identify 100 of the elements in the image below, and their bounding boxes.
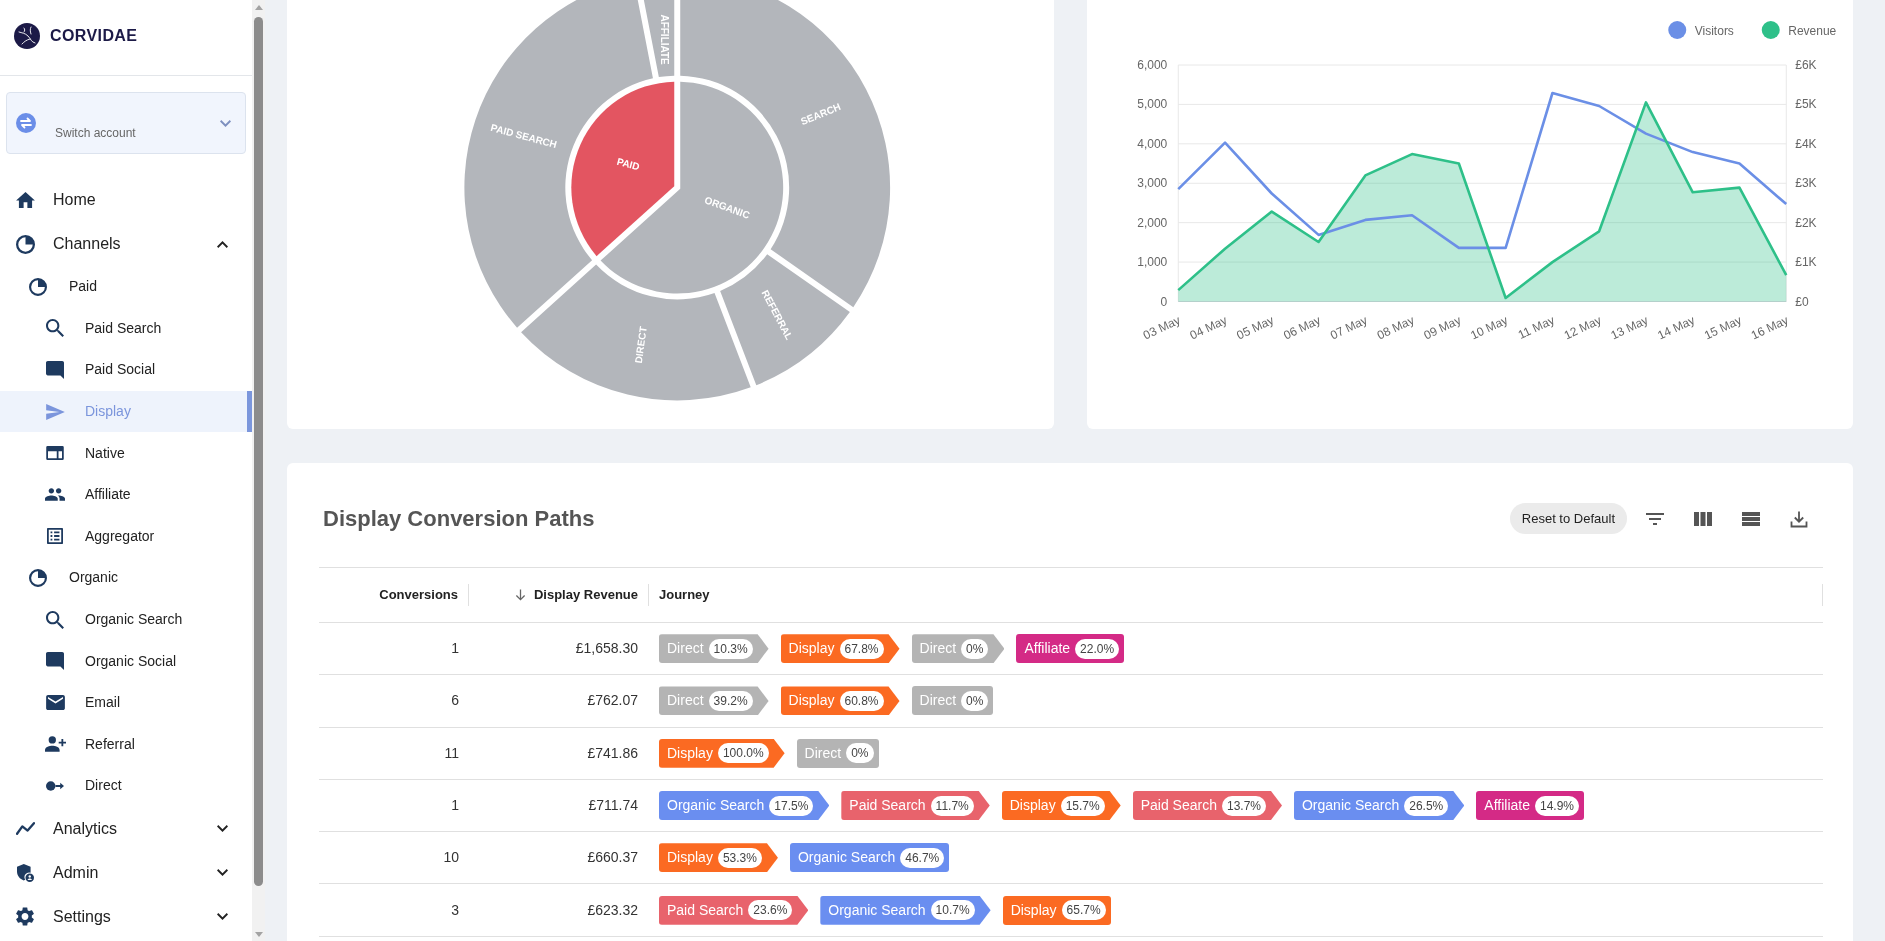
search-icon — [46, 319, 64, 338]
dot-arrow-icon — [46, 780, 64, 791]
scrollbar[interactable] — [252, 0, 265, 941]
table-cell-text: £1,658.30 — [574, 639, 639, 659]
nav-item[interactable]: Referral — [0, 723, 252, 766]
swap-arrows-icon — [16, 113, 36, 133]
list-icon — [47, 528, 63, 545]
sunburst-outer-segment[interactable] — [464, 0, 653, 328]
nav-item[interactable]: Analytics — [0, 806, 252, 851]
nav-item[interactable]: Direct — [0, 765, 252, 807]
y-axis-tick-label: 0 — [1160, 294, 1167, 309]
account-switcher[interactable]: Switch account — [6, 92, 246, 154]
nav-item[interactable]: Admin — [0, 850, 252, 895]
y-axis-tick-label: £2K — [1794, 215, 1817, 230]
share-pill: 60.8% — [839, 690, 884, 711]
channel-name: Direct — [919, 691, 957, 711]
home-icon — [15, 192, 35, 208]
share-pill: 67.8% — [839, 638, 884, 659]
x-axis-tick-label: 07 May — [1327, 313, 1370, 343]
y-axis-tick-label: £5K — [1794, 97, 1817, 112]
nav-item[interactable]: Settings — [0, 894, 252, 939]
table-cell-text: 6 — [450, 691, 460, 711]
column-header[interactable]: Journey — [649, 585, 1822, 605]
sunburst-outer-segment[interactable] — [720, 254, 850, 386]
share-pill: 13.7% — [1221, 795, 1266, 816]
channel-name: Direct — [667, 639, 704, 659]
sunburst-outer-segment[interactable] — [521, 264, 751, 401]
segment-label: DIRECT — [632, 325, 649, 365]
legend-label[interactable]: Visitors — [1694, 23, 1734, 38]
columns-icon — [1694, 511, 1712, 526]
y-axis-tick-label: £3K — [1794, 176, 1817, 191]
paper-plane-icon — [45, 403, 65, 420]
table-cell-text: £741.86 — [586, 743, 639, 763]
column-header[interactable]: Display Revenue — [469, 585, 648, 605]
segment-label: PAID — [615, 155, 641, 173]
y-axis-tick-label: £6K — [1794, 58, 1817, 72]
table-cell-text: 3 — [450, 900, 460, 920]
channel-name: Display — [1010, 900, 1057, 920]
nav-item[interactable]: Native — [0, 432, 252, 474]
nav-item[interactable]: Paid Search — [0, 307, 252, 350]
reset-button[interactable]: Reset to Default — [1509, 503, 1627, 534]
brand-name: CORVIDAE — [50, 25, 138, 46]
share-pill: 26.5% — [1404, 795, 1449, 816]
channel-name: Display — [788, 691, 835, 711]
x-axis-tick-label: 16 May — [1748, 313, 1790, 343]
channel-name: Direct — [804, 743, 842, 763]
nav-item[interactable]: Organic Search — [0, 598, 252, 641]
x-axis-tick-label: 08 May — [1374, 313, 1416, 343]
share-pill: 22.0% — [1075, 638, 1120, 659]
share-pill: 14.9% — [1534, 795, 1579, 816]
scrollbar-thumb[interactable] — [254, 17, 263, 886]
filter-icon — [1646, 512, 1664, 525]
nav-item[interactable]: Paid Social — [0, 349, 252, 391]
share-pill: 17.5% — [769, 795, 814, 816]
x-axis-tick-label: 15 May — [1701, 313, 1744, 343]
share-pill: 0% — [846, 743, 874, 764]
share-pill: 0% — [961, 638, 989, 659]
nav-item[interactable]: Email — [0, 681, 252, 724]
channel-name: Display — [667, 743, 713, 763]
table-cell-text: 1 — [450, 796, 460, 816]
gear-icon — [16, 907, 34, 927]
pie-chart-icon — [15, 234, 35, 254]
speech-bubble-icon — [46, 652, 64, 671]
channel-name: Paid Search — [1140, 796, 1217, 816]
nav-item[interactable]: Channels — [0, 222, 252, 266]
nav-item[interactable]: Affiliate — [0, 473, 252, 516]
legend-label[interactable]: Revenue — [1787, 23, 1836, 38]
share-pill: 23.6% — [748, 900, 793, 921]
y-axis-tick-label: 6,000 — [1136, 58, 1167, 72]
x-axis-tick-label: 13 May — [1608, 313, 1650, 343]
nav-item[interactable]: Paid — [0, 266, 252, 308]
sunburst-inner-segment[interactable] — [571, 81, 675, 257]
search-icon — [46, 610, 64, 629]
share-pill: 100.0% — [717, 743, 769, 764]
people-icon — [45, 488, 65, 502]
nav-item[interactable]: Home — [0, 178, 252, 222]
rows-icon — [1742, 511, 1760, 526]
channel-name: Organic Search — [797, 848, 896, 868]
share-pill: 39.2% — [708, 690, 753, 711]
nav-item[interactable]: Aggregator — [0, 515, 252, 558]
nav-item[interactable]: Organic — [0, 557, 252, 599]
table-cell-text: 10 — [442, 848, 460, 868]
shield-user-icon — [16, 863, 34, 882]
pie-chart-icon — [29, 568, 47, 587]
share-pill: 46.7% — [900, 847, 945, 868]
y-axis-tick-label: £0 — [1794, 294, 1809, 309]
column-header[interactable]: Conversions — [319, 585, 468, 605]
y-axis-tick-label: 2,000 — [1136, 215, 1167, 230]
nav-item[interactable]: Organic Social — [0, 640, 252, 682]
share-pill: 15.7% — [1060, 795, 1105, 816]
scroll-up-arrow-icon[interactable] — [254, 5, 263, 10]
channel-name: Organic Search — [667, 796, 765, 816]
channel-name: Affiliate — [1484, 796, 1530, 816]
y-axis-tick-label: £4K — [1794, 136, 1817, 151]
table-cell-text: 1 — [450, 639, 460, 659]
scroll-down-arrow-icon[interactable] — [254, 932, 263, 937]
x-axis-tick-label: 10 May — [1467, 313, 1510, 343]
x-axis-tick-label: 09 May — [1421, 313, 1463, 343]
trend-line-icon — [15, 822, 35, 836]
x-axis-tick-label: 06 May — [1280, 313, 1323, 343]
